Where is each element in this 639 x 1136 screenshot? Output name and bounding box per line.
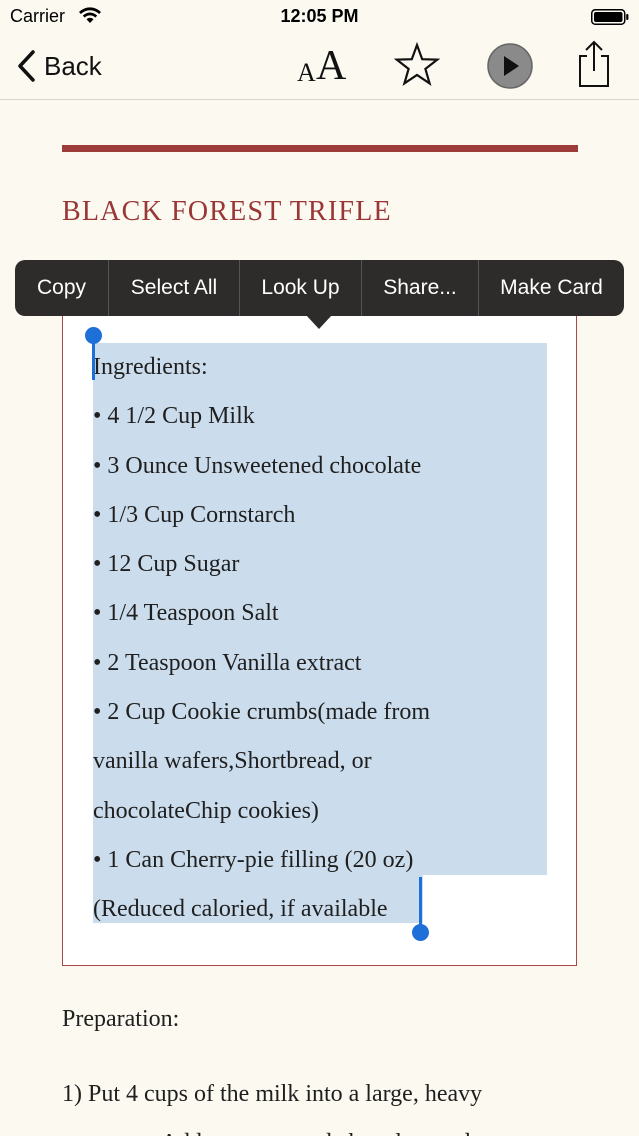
selection-start-handle[interactable] [92,340,95,380]
ingredient-item: • 12 Cup Sugar [93,551,240,578]
status-bar: Carrier 12:05 PM [0,0,639,34]
ingredient-item: • 2 Teaspoon Vanilla extract [93,649,362,676]
ingredients-heading: Ingredients: [93,354,208,380]
recipe-title: BLACK FOREST TRIFLE [62,196,392,227]
navigation-bar: Back A A [0,34,639,100]
battery-icon [591,9,629,25]
status-time: 12:05 PM [280,6,359,26]
font-size-large-glyph: A [316,43,347,89]
make-card-button[interactable]: Make Card [479,260,624,316]
font-size-small-glyph: A [297,58,316,87]
ingredient-item: • 3 Ounce Unsweetened chocolate [93,452,422,479]
preparation-heading: Preparation: [62,1006,180,1032]
font-size-button[interactable]: A A [294,43,354,89]
title-divider [62,145,578,152]
play-icon[interactable] [486,42,534,90]
share-menu-button[interactable]: Share... [362,260,479,316]
selection-end-handle[interactable] [419,877,422,925]
selection-start-grabber[interactable] [85,327,102,344]
back-button[interactable]: Back [16,46,102,86]
copy-button[interactable]: Copy [15,260,109,316]
ingredient-item: • 4 1/2 Cup Milk [93,403,255,430]
ingredients-list[interactable]: Ingredients: • 4 1/2 Cup Milk • 3 Ounce … [93,343,553,935]
look-up-button[interactable]: Look Up [240,260,362,316]
ingredient-item: • 1/3 Cup Cornstarch [93,501,296,528]
ingredient-item-continued: (Reduced caloried, if available [93,896,388,923]
edit-menu-arrow [306,315,332,329]
ingredient-item: • 1/4 Teaspoon Salt [93,600,279,627]
chevron-left-icon [18,50,35,82]
ingredient-item: • 1 Can Cherry-pie filling (20 oz) [93,846,414,873]
preparation-text[interactable]: 1) Put 4 cups of the milk into a large, … [62,1070,562,1136]
share-icon[interactable] [574,40,614,88]
back-label: Back [44,50,102,81]
edit-menu: Copy Select All Look Up Share... Make Ca… [15,260,624,316]
selection-end-grabber[interactable] [412,924,429,941]
star-icon[interactable] [394,42,440,88]
ingredient-item-continued: vanilla wafers,Shortbread, or [93,748,372,775]
ingredient-item-continued: chocolateChip cookies) [93,797,319,824]
select-all-button[interactable]: Select All [109,260,240,316]
ingredient-item: • 2 Cup Cookie crumbs(made from [93,699,431,726]
